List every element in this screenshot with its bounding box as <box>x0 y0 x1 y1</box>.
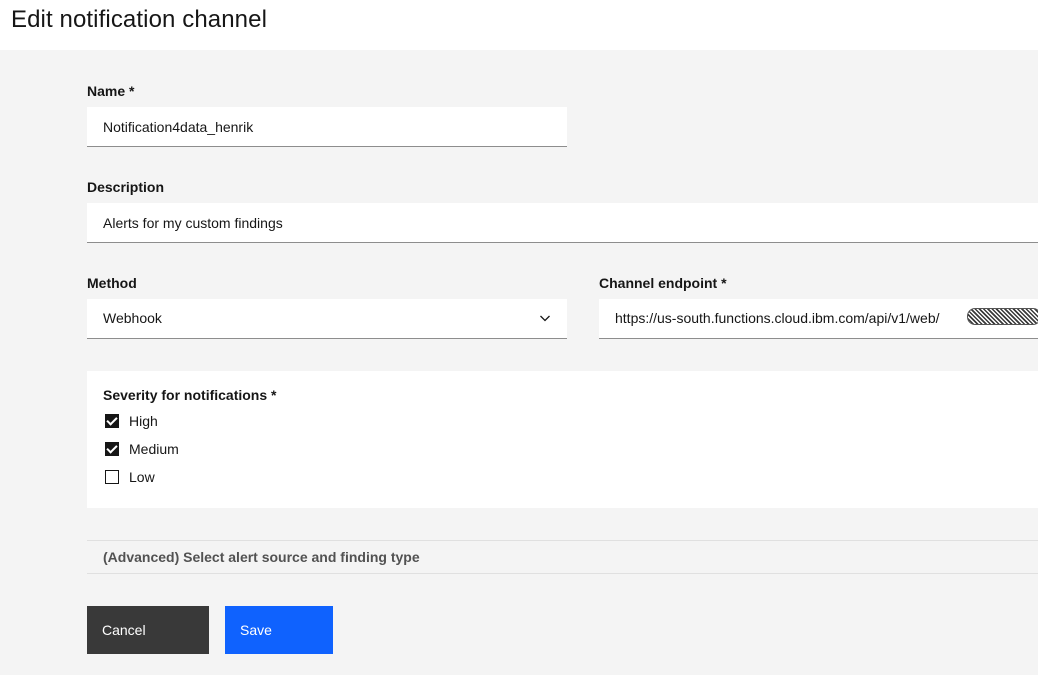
redacted-scribble <box>967 308 1038 325</box>
checkbox-checked-icon[interactable] <box>105 442 119 456</box>
description-input[interactable] <box>87 203 1038 243</box>
checkbox-checked-icon[interactable] <box>105 414 119 428</box>
method-label: Method <box>87 275 137 291</box>
checkbox-low[interactable]: Low <box>105 469 155 485</box>
endpoint-label: Channel endpoint * <box>599 275 727 291</box>
page-header: Edit notification channel <box>0 0 1038 50</box>
severity-legend: Severity for notifications * <box>103 387 277 403</box>
description-label: Description <box>87 179 165 195</box>
checkbox-high-label: High <box>129 413 158 429</box>
page-title: Edit notification channel <box>11 6 267 33</box>
severity-panel: Severity for notifications * High Medium… <box>87 371 1038 508</box>
endpoint-value: https://us-south.functions.cloud.ibm.com… <box>615 310 940 326</box>
advanced-accordion-title[interactable]: (Advanced) Select alert source and findi… <box>103 549 420 565</box>
chevron-down-icon <box>540 315 550 322</box>
name-label: Name * <box>87 83 135 99</box>
checkbox-medium[interactable]: Medium <box>105 441 179 457</box>
method-select-value: Webhook <box>103 310 162 326</box>
save-button[interactable]: Save <box>225 606 333 654</box>
cancel-button[interactable]: Cancel <box>87 606 209 654</box>
checkbox-unchecked-icon[interactable] <box>105 470 119 484</box>
name-input[interactable] <box>87 107 567 147</box>
checkbox-medium-label: Medium <box>129 441 179 457</box>
method-select[interactable]: Webhook <box>87 299 567 339</box>
checkbox-low-label: Low <box>129 469 155 485</box>
advanced-accordion[interactable]: (Advanced) Select alert source and findi… <box>87 540 1038 574</box>
endpoint-input[interactable]: https://us-south.functions.cloud.ibm.com… <box>599 299 1038 339</box>
checkbox-high[interactable]: High <box>105 413 158 429</box>
